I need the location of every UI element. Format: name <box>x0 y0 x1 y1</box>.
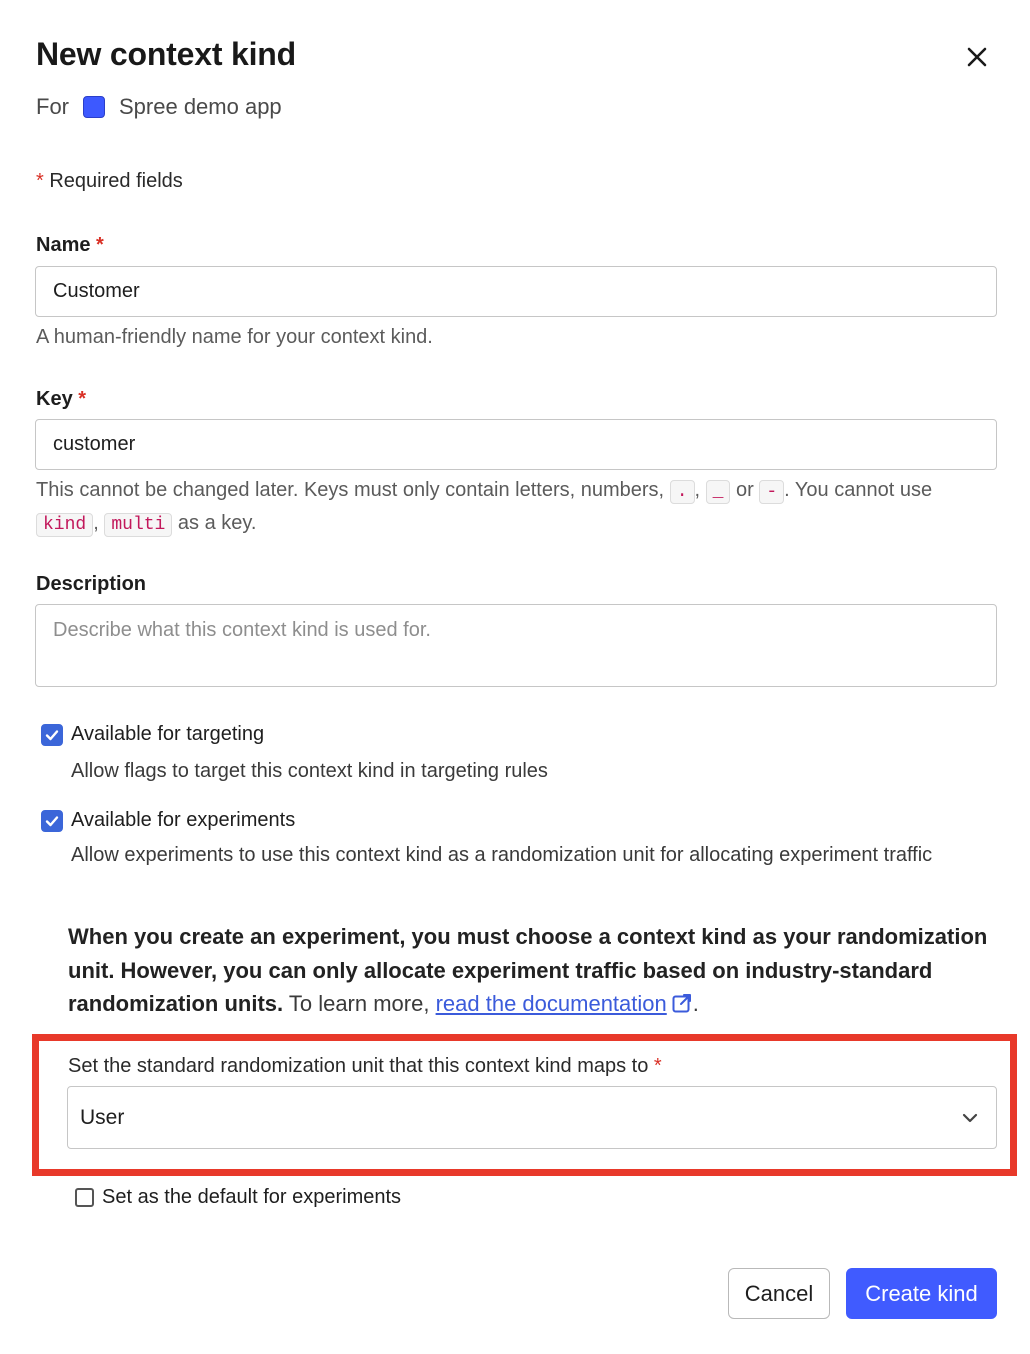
name-input-value: Customer <box>53 280 140 302</box>
key-input[interactable]: customer <box>35 419 997 470</box>
default-experiments-label: Set as the default for experiments <box>102 1186 402 1208</box>
check-icon <box>45 729 59 740</box>
key-label-text: Key <box>36 388 73 410</box>
documentation-link-text: read the documentation <box>435 991 667 1016</box>
dialog-title: New context kind <box>36 36 296 72</box>
randomization-unit-label: Set the standard randomization unit that… <box>68 1055 662 1078</box>
default-experiments-checkbox[interactable] <box>75 1188 94 1207</box>
documentation-link[interactable]: read the documentation <box>436 991 667 1016</box>
close-icon <box>967 47 987 67</box>
experiment-note: When you create an experiment, you must … <box>68 920 998 1021</box>
required-fields-text: Required fields <box>49 170 183 192</box>
cancel-button[interactable]: Cancel <box>728 1268 830 1319</box>
name-input[interactable]: Customer <box>35 266 997 317</box>
required-star: * <box>96 234 104 256</box>
name-label-text: Name <box>36 234 91 256</box>
name-help: A human-friendly name for your context k… <box>36 326 433 348</box>
token-kind: kind <box>36 513 94 537</box>
check-icon <box>45 815 59 826</box>
randomization-unit-value: User <box>80 1105 125 1129</box>
token-multi: multi <box>104 513 173 537</box>
external-link-icon[interactable] <box>671 992 693 1014</box>
name-label: Name * <box>36 234 104 257</box>
default-experiments-row[interactable]: Set as the default for experiments <box>75 1186 401 1209</box>
token-dash: - <box>759 480 785 504</box>
token-underscore: _ <box>705 480 731 504</box>
project-name: Spree demo app <box>119 94 282 119</box>
for-label: For <box>36 94 69 119</box>
new-context-kind-dialog: New context kind For Spree demo app * Re… <box>0 0 1030 1354</box>
targeting-description: Allow flags to target this context kind … <box>71 760 548 782</box>
description-label: Description <box>36 573 147 595</box>
trailing-period: . <box>692 991 699 1016</box>
key-help-text: This cannot be changed later. Keys must … <box>36 479 665 501</box>
close-button[interactable] <box>960 40 994 74</box>
separator: , <box>93 512 99 534</box>
experiments-label: Available for experiments <box>71 809 296 831</box>
experiment-note-normal: To learn more, <box>288 991 430 1016</box>
experiments-description: Allow experiments to use this context ki… <box>71 844 933 866</box>
description-textarea[interactable]: Describe what this context kind is used … <box>35 604 997 687</box>
key-label: Key * <box>36 388 86 411</box>
project-subtitle: For Spree demo app <box>36 94 282 120</box>
key-input-value: customer <box>53 433 136 455</box>
or-text: or <box>736 479 754 501</box>
targeting-label: Available for targeting <box>71 723 265 745</box>
targeting-checkbox[interactable] <box>41 723 63 746</box>
randomization-unit-select[interactable]: User <box>67 1086 997 1149</box>
chevron-down-icon <box>962 1113 978 1123</box>
required-star: * <box>78 388 87 410</box>
key-help-text-3: as a key. <box>177 512 257 534</box>
required-star: * <box>36 170 44 192</box>
required-star: * <box>653 1055 662 1077</box>
experiments-checkbox-row[interactable]: Available for experiments <box>41 809 295 832</box>
project-color-swatch <box>83 96 105 118</box>
key-help-text-2: . You cannot use <box>784 479 933 501</box>
create-kind-button[interactable]: Create kind <box>846 1268 997 1319</box>
randomization-unit-label-text: Set the standard randomization unit that… <box>68 1055 649 1077</box>
targeting-checkbox-row[interactable]: Available for targeting <box>41 723 264 746</box>
experiments-checkbox[interactable] <box>41 809 63 832</box>
separator: , <box>694 479 701 501</box>
required-fields-note: * Required fields <box>36 170 183 193</box>
token-dot: . <box>669 480 695 504</box>
key-help: This cannot be changed later. Keys must … <box>36 475 996 541</box>
